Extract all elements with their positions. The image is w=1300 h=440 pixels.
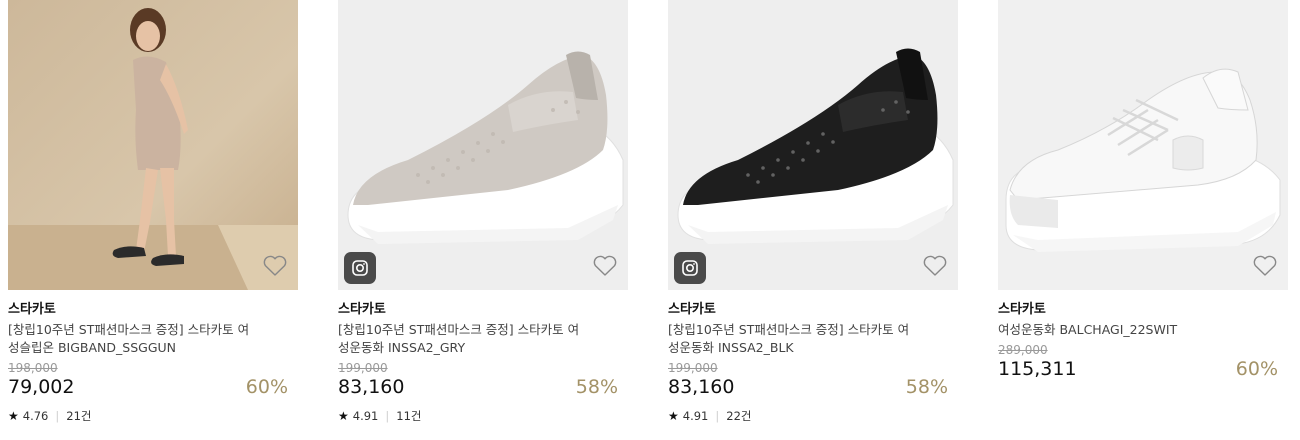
product-card[interactable]: 스타카토 여성운동화 BALCHAGI_22SWIT 289,000 115,3…: [998, 0, 1288, 424]
product-brand[interactable]: 스타카토: [668, 302, 958, 318]
product-brand[interactable]: 스타카토: [998, 302, 1288, 318]
product-name[interactable]: 여성운동화 BALCHAGI_22SWIT: [998, 321, 1248, 339]
product-brand[interactable]: 스타카토: [8, 302, 298, 318]
rating-summary: ★ 4.91 | 11건: [338, 408, 628, 424]
grey-sneaker-image: [338, 0, 628, 290]
discount-rate: 58%: [905, 376, 948, 398]
product-card[interactable]: 스타카토 [창립10주년 ST패션마스크 증정] 스타카토 여성운동화 INSS…: [668, 0, 958, 424]
discount-rate: 58%: [575, 376, 618, 398]
black-sneaker-image: [668, 0, 958, 290]
sale-price: 83,160: [668, 376, 735, 398]
product-image[interactable]: [8, 0, 298, 290]
product-image[interactable]: [338, 0, 628, 290]
instagram-icon[interactable]: [344, 252, 376, 284]
sale-price: 83,160: [338, 376, 405, 398]
product-card[interactable]: 스타카토 [창립10주년 ST패션마스크 증정] 스타카토 여성슬립온 BIGB…: [8, 0, 298, 424]
review-count: 11건: [396, 409, 422, 423]
rating-score: 4.91: [352, 409, 379, 423]
original-price: 198,000: [8, 361, 58, 375]
instagram-icon[interactable]: [674, 252, 706, 284]
rating-summary: ★ 4.91 | 22건: [668, 408, 958, 424]
sale-price: 79,002: [8, 376, 75, 398]
heart-outline-icon[interactable]: [922, 254, 948, 278]
original-price: 289,000: [998, 343, 1048, 357]
product-image[interactable]: [998, 0, 1288, 290]
divider: |: [715, 409, 720, 423]
sale-price: 115,311: [998, 358, 1077, 380]
product-card[interactable]: 스타카토 [창립10주년 ST패션마스크 증정] 스타카토 여성운동화 INSS…: [338, 0, 628, 424]
heart-outline-icon[interactable]: [262, 254, 288, 278]
rating-summary: ★ 4.76 | 21건: [8, 408, 298, 424]
heart-outline-icon[interactable]: [1252, 254, 1278, 278]
discount-rate: 60%: [1235, 358, 1278, 380]
product-image[interactable]: [668, 0, 958, 290]
rating-score: 4.91: [682, 409, 709, 423]
model-photo: [8, 0, 298, 290]
product-name[interactable]: [창립10주년 ST패션마스크 증정] 스타카토 여성운동화 INSSA2_GR…: [338, 321, 588, 357]
star-icon: ★: [8, 409, 19, 423]
original-price: 199,000: [668, 361, 718, 375]
product-name[interactable]: [창립10주년 ST패션마스크 증정] 스타카토 여성슬립온 BIGBAND_S…: [8, 321, 258, 357]
review-count: 21건: [66, 409, 92, 423]
product-name[interactable]: [창립10주년 ST패션마스크 증정] 스타카토 여성운동화 INSSA2_BL…: [668, 321, 918, 357]
original-price: 199,000: [338, 361, 388, 375]
discount-rate: 60%: [245, 376, 288, 398]
review-count: 22건: [726, 409, 752, 423]
divider: |: [385, 409, 390, 423]
star-icon: ★: [338, 409, 349, 423]
product-grid: 스타카토 [창립10주년 ST패션마스크 증정] 스타카토 여성슬립온 BIGB…: [8, 0, 1288, 424]
star-icon: ★: [668, 409, 679, 423]
heart-outline-icon[interactable]: [592, 254, 618, 278]
white-sneaker-image: [998, 0, 1288, 290]
rating-score: 4.76: [22, 409, 49, 423]
product-brand[interactable]: 스타카토: [338, 302, 628, 318]
divider: |: [55, 409, 60, 423]
